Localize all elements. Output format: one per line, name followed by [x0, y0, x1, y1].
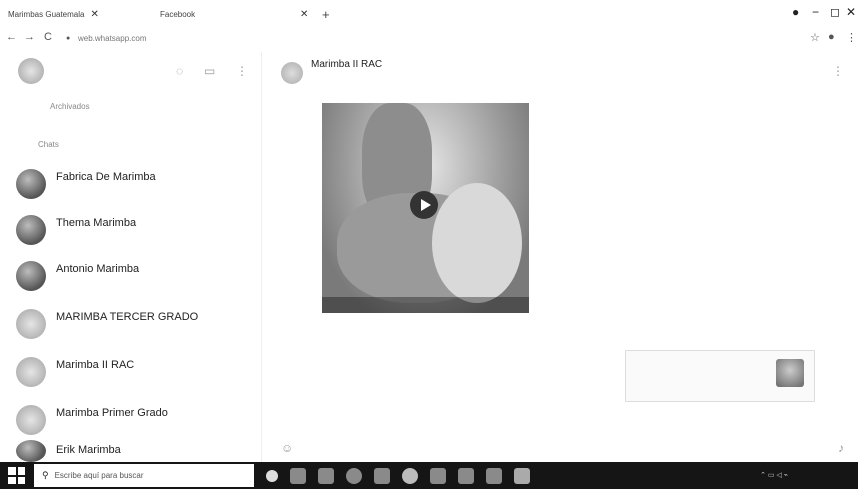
chat-name: MARIMBA TERCER GRADO: [56, 311, 199, 323]
chat-item[interactable]: Thema Marimba: [0, 208, 262, 254]
avatar: [16, 440, 46, 462]
taskbar-search[interactable]: ⚲ Escribe aquí para buscar: [34, 464, 254, 487]
message-composer: ☺ ♪: [263, 436, 858, 462]
start-button[interactable]: [8, 467, 25, 484]
chat-item[interactable]: Marimba II RAC: [0, 350, 262, 396]
browser-icon[interactable]: [402, 468, 418, 484]
menu-icon[interactable]: ⋮: [236, 64, 248, 78]
section-label: Chats: [38, 140, 59, 149]
chat-item[interactable]: Antonio Marimba: [0, 254, 262, 300]
new-tab-button[interactable]: +: [322, 4, 330, 24]
app-icon[interactable]: [318, 468, 334, 484]
avatar: [16, 357, 46, 387]
avatar: [16, 261, 46, 291]
chat-name: Thema Marimba: [56, 217, 137, 229]
play-icon[interactable]: [410, 191, 438, 219]
avatar: [16, 169, 46, 199]
chat-name: Marimba II RAC: [56, 359, 135, 371]
close-tab-icon[interactable]: ✕: [300, 9, 308, 20]
tab-label: Marimbas Guatemala: [8, 9, 85, 19]
avatar: [16, 309, 46, 339]
search-placeholder: Escribe aquí para buscar: [54, 471, 144, 480]
chat-name: Erik Marimba: [56, 444, 121, 456]
avatar: [16, 215, 46, 245]
forward-button[interactable]: →: [24, 31, 35, 43]
app-icon[interactable]: [430, 468, 446, 484]
close-tab-icon[interactable]: ✕: [90, 9, 98, 20]
browser-tab-bar: Marimbas Guatemala ✕ Facebook ✕ + ● − ◻ …: [0, 0, 858, 26]
conversation-panel: Marimba II RAC ⋮ ☺ ♪: [263, 52, 858, 462]
url-field[interactable]: web.whatsapp.com: [78, 34, 146, 43]
conversation-menu-icon[interactable]: ⋮: [832, 64, 844, 78]
back-button[interactable]: ←: [6, 31, 17, 43]
chat-item[interactable]: Fabrica De Marimba: [0, 162, 262, 208]
card-thumbnail: [776, 359, 804, 387]
minimize-button[interactable]: −: [812, 5, 819, 19]
group-avatar[interactable]: [281, 62, 303, 84]
video-message[interactable]: [322, 103, 529, 313]
browser-tab-1[interactable]: Marimbas Guatemala ✕: [8, 4, 99, 24]
status-icon[interactable]: ◌: [176, 64, 183, 78]
chat-list-header: ◌ ▭ ⋮: [0, 52, 262, 92]
archived-chats[interactable]: Archivados: [50, 102, 90, 111]
message-preview-card[interactable]: [625, 350, 815, 402]
chat-item[interactable]: MARIMBA TERCER GRADO: [0, 302, 262, 348]
profile-icon[interactable]: ●: [792, 5, 799, 19]
video-thumbnail-shape: [432, 183, 522, 303]
video-footer: [322, 297, 529, 313]
bookmark-star-icon[interactable]: ☆: [810, 31, 820, 44]
chat-name: Fabrica De Marimba: [56, 171, 156, 183]
my-profile[interactable]: [0, 52, 262, 92]
microphone-icon[interactable]: ♪: [838, 441, 844, 455]
browser-menu-icon[interactable]: ⋮: [846, 31, 857, 44]
store-icon[interactable]: [374, 468, 390, 484]
tab-label: Facebook: [160, 9, 196, 19]
conversation-title: Marimba II RAC: [311, 59, 383, 70]
app-icon[interactable]: [346, 468, 362, 484]
system-tray[interactable]: ⌃ ▭ ◁ ⌁: [760, 471, 788, 479]
maximize-button[interactable]: ◻: [830, 5, 840, 19]
chat-name: Marimba Primer Grado: [56, 407, 168, 419]
settings-icon[interactable]: [514, 468, 530, 484]
profile-avatar-icon[interactable]: ●: [828, 31, 835, 43]
chat-list-panel: ◌ ▭ ⋮ Archivados Chats Fabrica De Marimb…: [0, 52, 262, 462]
lock-icon: ●: [66, 35, 71, 42]
search-icon: ⚲: [42, 470, 49, 480]
app-icon[interactable]: [458, 468, 474, 484]
chat-item[interactable]: Erik Marimba: [0, 436, 262, 462]
cortana-icon[interactable]: [266, 470, 278, 482]
avatar: [16, 405, 46, 435]
reload-button[interactable]: C: [44, 31, 52, 43]
app-icon[interactable]: [486, 468, 502, 484]
task-view-icon[interactable]: [290, 468, 306, 484]
windows-taskbar: ⚲ Escribe aquí para buscar ⌃ ▭ ◁ ⌁: [0, 462, 858, 489]
browser-tab-2[interactable]: Facebook: [160, 4, 195, 24]
chat-name: Antonio Marimba: [56, 263, 140, 275]
address-bar: ← → C ● web.whatsapp.com ☆ ● ⋮: [0, 28, 858, 50]
new-chat-icon[interactable]: ▭: [204, 64, 215, 78]
close-window-button[interactable]: ✕: [846, 5, 856, 19]
my-avatar[interactable]: [18, 58, 44, 84]
conversation-header[interactable]: Marimba II RAC ⋮: [263, 52, 858, 92]
close-tab-2[interactable]: ✕: [300, 4, 308, 24]
emoji-icon[interactable]: ☺: [281, 441, 293, 455]
